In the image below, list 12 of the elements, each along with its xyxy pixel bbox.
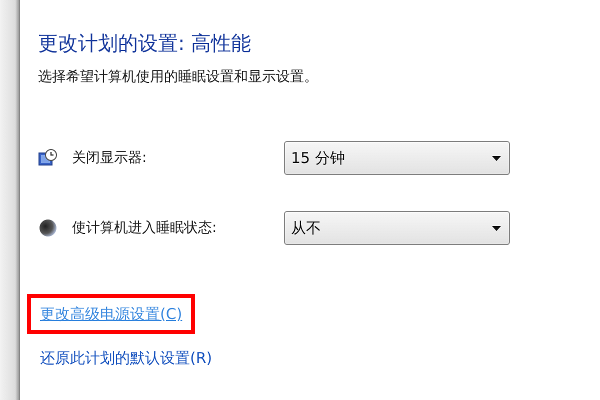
monitor-clock-icon [38,148,58,168]
moon-icon [38,218,58,238]
dropdown[interactable]: 15 分钟 [284,141,510,175]
caret-icon [492,156,501,160]
page-title: 更改计划的设置: 高性能 [38,30,252,57]
link[interactable]: 更改高级电源设置(C) [40,305,182,323]
caret-icon [492,226,501,230]
setting-label: 使计算机进入睡眠状态: [72,219,218,237]
dropdown[interactable]: 从不 [284,211,510,245]
description-text: 选择希望计算机使用的睡眠设置和显示设置。 [38,68,319,86]
link[interactable]: 还原此计划的默认设置(R) [40,349,212,367]
setting-label: 关闭显示器: [72,149,148,167]
